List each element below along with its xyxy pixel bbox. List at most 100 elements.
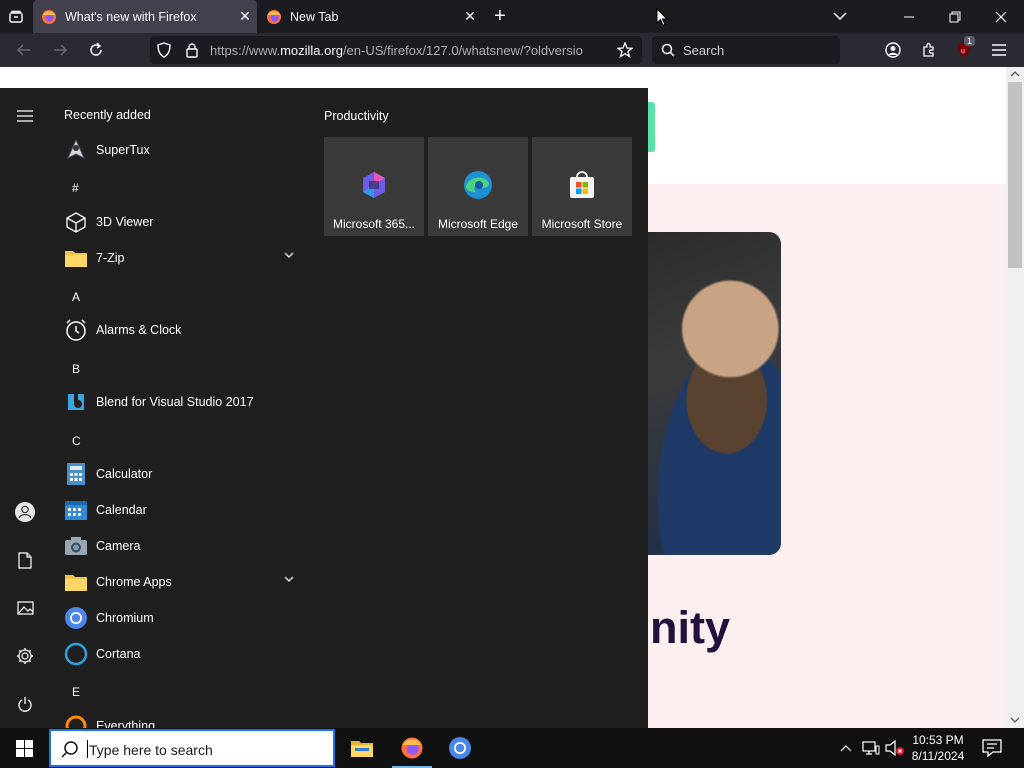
app-camera[interactable]: Camera: [64, 530, 304, 562]
taskbar-file-explorer[interactable]: [338, 728, 386, 768]
taskbar: Type here to search 10:53 PM 8/11/2024: [0, 728, 1024, 768]
shield-icon[interactable]: [156, 42, 172, 58]
notification-center-icon[interactable]: [980, 737, 1004, 759]
app-chromium[interactable]: Chromium: [64, 602, 304, 634]
taskbar-chromium[interactable]: [436, 728, 484, 768]
blend-icon: [64, 390, 88, 414]
close-tab-icon[interactable]: ✕: [458, 8, 482, 25]
user-account-icon[interactable]: [10, 497, 40, 527]
app-name: Alarms & Clock: [96, 323, 182, 337]
tile-microsoft-edge[interactable]: Microsoft Edge: [428, 137, 528, 236]
tab-list-icon[interactable]: [4, 5, 28, 29]
app-3d-viewer[interactable]: 3D Viewer: [64, 206, 304, 238]
bookmark-star-icon[interactable]: [616, 41, 634, 59]
tile-microsoft-365[interactable]: Microsoft 365...: [324, 137, 424, 236]
taskbar-firefox[interactable]: [388, 728, 436, 768]
firefox-icon: [401, 737, 423, 759]
pictures-icon[interactable]: [10, 593, 40, 623]
network-icon[interactable]: [861, 739, 881, 757]
account-icon[interactable]: [882, 39, 904, 61]
scroll-up-icon[interactable]: [1010, 70, 1020, 78]
restore-icon[interactable]: [934, 0, 976, 33]
tile-label: Microsoft 365...: [332, 217, 416, 231]
tile-label: Microsoft Store: [541, 217, 623, 231]
list-all-tabs-chevron-icon[interactable]: [828, 4, 852, 28]
app-calculator[interactable]: Calculator: [64, 458, 304, 490]
tab-whats-new[interactable]: What's new with Firefox ✕: [33, 0, 257, 33]
store-icon: [570, 171, 594, 198]
tile-group-heading[interactable]: Productivity: [324, 109, 389, 123]
system-clock[interactable]: 10:53 PM 8/11/2024: [903, 732, 973, 764]
hamburger-menu-icon[interactable]: [988, 39, 1010, 61]
app-name: Everything: [96, 719, 156, 728]
svg-text:u: u: [961, 48, 965, 55]
expand-menu-icon[interactable]: [10, 101, 40, 131]
scroll-down-icon[interactable]: [1010, 716, 1020, 724]
app-calendar[interactable]: Calendar: [64, 494, 304, 526]
url-bar[interactable]: https://www.mozilla.org/en-US/firefox/12…: [150, 36, 642, 64]
documents-icon[interactable]: [10, 545, 40, 575]
calendar-icon: [64, 498, 88, 522]
back-icon[interactable]: [12, 38, 36, 62]
app-chrome-apps[interactable]: Chrome Apps: [64, 566, 304, 598]
app-name: Cortana: [96, 647, 141, 661]
tile-label: Microsoft Edge: [437, 217, 519, 231]
app-cortana[interactable]: Cortana: [64, 638, 304, 670]
extensions-puzzle-icon[interactable]: [918, 39, 940, 61]
search-icon: [661, 43, 675, 57]
extension-badge: 1: [964, 36, 976, 46]
file-explorer-icon: [351, 741, 373, 757]
m365-icon: [363, 172, 385, 198]
show-hidden-icons-chevron-icon[interactable]: [838, 740, 854, 756]
search-icon: [61, 741, 78, 758]
forward-icon[interactable]: [48, 38, 72, 62]
scrollbar-thumb[interactable]: [1008, 82, 1022, 268]
letter-header[interactable]: B: [72, 362, 80, 376]
url-text[interactable]: https://www.mozilla.org/en-US/firefox/12…: [210, 43, 606, 58]
app-7zip[interactable]: 7-Zip: [64, 242, 304, 274]
app-name: SuperTux: [96, 143, 150, 157]
windows-logo-icon: [15, 739, 33, 757]
tab-new-tab[interactable]: New Tab ✕: [258, 0, 482, 33]
start-button[interactable]: [0, 728, 48, 768]
app-everything[interactable]: Everything: [64, 710, 304, 728]
chevron-down-icon[interactable]: [284, 575, 294, 583]
letter-header[interactable]: A: [72, 290, 80, 304]
ublock-icon[interactable]: u 1: [953, 36, 976, 61]
app-name: Chromium: [96, 611, 154, 625]
lock-icon[interactable]: [184, 42, 200, 58]
app-name: Calendar: [96, 503, 147, 517]
app-name: Blend for Visual Studio 2017: [96, 395, 254, 409]
taskbar-search-placeholder: Type here to search: [89, 742, 213, 758]
reload-icon[interactable]: [84, 38, 108, 62]
app-name: Camera: [96, 539, 141, 553]
firefox-icon: [267, 9, 281, 24]
settings-gear-icon[interactable]: [10, 641, 40, 671]
letter-header[interactable]: E: [72, 685, 80, 699]
recently-added-heading: Recently added: [64, 108, 151, 122]
app-alarms-clock[interactable]: Alarms & Clock: [64, 314, 304, 346]
search-bar[interactable]: Search: [652, 36, 840, 64]
tab-title: New Tab: [290, 9, 339, 24]
minimize-icon[interactable]: [888, 0, 930, 33]
search-placeholder: Search: [683, 43, 725, 58]
close-tab-icon[interactable]: ✕: [233, 8, 257, 25]
start-menu: Recently added SuperTux # 3D Viewer 7-Zi…: [0, 88, 648, 728]
letter-header[interactable]: C: [72, 434, 81, 448]
power-icon[interactable]: [10, 689, 40, 719]
app-blend[interactable]: Blend for Visual Studio 2017: [64, 386, 304, 418]
letter-header[interactable]: #: [72, 181, 79, 195]
clock-date: 8/11/2024: [911, 749, 965, 763]
folder-icon: [64, 246, 88, 270]
chevron-down-icon[interactable]: [284, 251, 294, 259]
new-tab-icon[interactable]: +: [488, 4, 512, 28]
everything-icon: [64, 714, 88, 728]
close-window-icon[interactable]: [980, 0, 1022, 33]
app-supertux[interactable]: SuperTux: [64, 134, 304, 166]
page-heading: nity: [650, 602, 731, 653]
page-scrollbar[interactable]: [1006, 67, 1024, 728]
app-name: Chrome Apps: [96, 575, 172, 589]
taskbar-search-box[interactable]: Type here to search: [49, 729, 335, 767]
tile-microsoft-store[interactable]: Microsoft Store: [532, 137, 632, 236]
clock-icon: [64, 318, 88, 342]
